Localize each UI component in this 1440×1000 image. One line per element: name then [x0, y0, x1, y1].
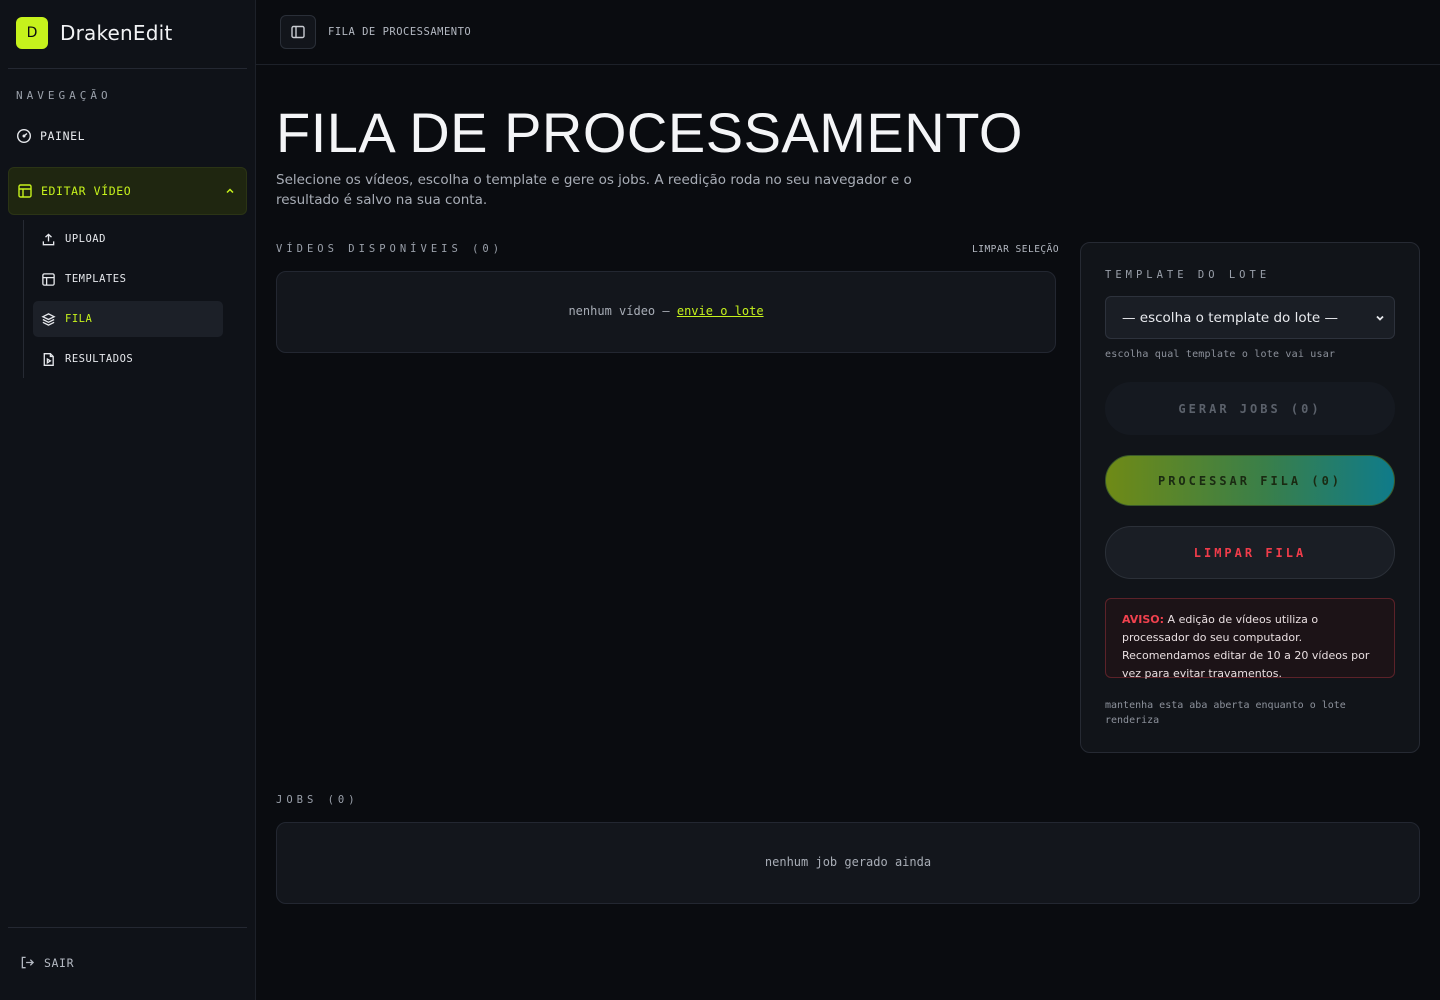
file-video-icon: [43, 352, 54, 366]
page-subtitle: Selecione os vídeos, escolha o template …: [276, 172, 912, 208]
sidebar-group-label: EDITAR VÍDEO: [41, 184, 132, 198]
sidebar-item-label: PAINEL: [40, 129, 86, 143]
chevron-down-icon: [1376, 315, 1384, 321]
generate-jobs-button[interactable]: GERAR JOBS (0): [1105, 382, 1395, 435]
brand-name: DrakenEdit: [60, 21, 173, 45]
sidebar-group-editar-video[interactable]: EDITAR VÍDEO: [8, 167, 247, 215]
sidebar-divider: [8, 68, 247, 69]
topbar: FILA DE PROCESSAMENTO: [256, 0, 1440, 65]
template-hint: escolha qual template o lote vai usar: [1105, 349, 1336, 360]
layout-icon: [18, 184, 32, 198]
nav-heading: NAVEGAÇÃO: [16, 89, 112, 102]
sidebar-divider: [8, 927, 247, 928]
jobs-empty-state: nenhum job gerado ainda: [764, 855, 932, 869]
jobs-section-label: JOBS (0): [276, 794, 359, 806]
brand-logo: D: [16, 17, 48, 49]
layout-icon: [42, 272, 55, 286]
logout-icon: [21, 956, 35, 969]
process-queue-button[interactable]: PROCESSAR FILA (0): [1105, 455, 1395, 506]
logout-button[interactable]: SAIR: [20, 955, 74, 970]
jobs-panel: nenhum job gerado ainda: [276, 822, 1420, 904]
keep-tab-open-note: mantenha esta aba aberta enquanto o lote…: [1105, 700, 1346, 726]
videos-section-label: VÍDEOS DISPONÍVEIS (0): [276, 243, 504, 255]
logout-label: SAIR: [44, 955, 75, 970]
clear-queue-button[interactable]: LIMPAR FILA: [1105, 526, 1395, 579]
sidebar-item-painel[interactable]: PAINEL: [16, 128, 85, 144]
videos-empty-state: nenhum vídeo — envie o lote: [277, 304, 1055, 318]
brand[interactable]: D DrakenEdit: [16, 17, 172, 49]
upload-batch-link[interactable]: envie o lote: [677, 304, 764, 318]
videos-empty-text: nenhum vídeo —: [568, 304, 670, 318]
template-select[interactable]: — escolha o template do lote —: [1105, 296, 1395, 339]
warning-box: AVISO: A edição de vídeos utiliza o proc…: [1105, 598, 1395, 680]
sidebar-toggle-button[interactable]: [280, 15, 316, 49]
chevron-up-icon: [226, 188, 234, 194]
sidebar-item-upload[interactable]: UPLOAD: [33, 221, 223, 257]
batch-template-card: TEMPLATE DO LOTE — escolha o template do…: [1080, 242, 1420, 753]
card-label: TEMPLATE DO LOTE: [1105, 269, 1271, 281]
breadcrumb: FILA DE PROCESSAMENTO: [328, 26, 472, 38]
template-select-value: — escolha o template do lote —: [1122, 309, 1338, 326]
upload-icon: [42, 232, 55, 245]
page-title: FILA DE PROCESSAMENTO: [276, 101, 1023, 164]
warning-label: AVISO:: [1122, 613, 1165, 626]
sidebar-item-label: TEMPLATES: [65, 273, 127, 285]
videos-panel: nenhum vídeo — envie o lote: [276, 271, 1056, 353]
submenu-line: [23, 220, 24, 378]
layers-icon: [41, 312, 56, 326]
clear-selection-button[interactable]: LIMPAR SELEÇÃO: [972, 244, 1059, 255]
sidebar: D DrakenEdit NAVEGAÇÃO PAINEL EDITAR VÍD…: [0, 0, 256, 1000]
sidebar-item-label: UPLOAD: [65, 233, 106, 245]
gauge-icon: [16, 128, 32, 144]
sidebar-item-label: FILA: [65, 313, 93, 325]
sidebar-item-label: RESULTADOS: [65, 353, 134, 365]
sidebar-toggle-icon: [291, 25, 305, 39]
sidebar-item-fila[interactable]: FILA: [33, 301, 223, 337]
sidebar-item-templates[interactable]: TEMPLATES: [33, 261, 223, 297]
sidebar-item-resultados[interactable]: RESULTADOS: [33, 341, 223, 377]
